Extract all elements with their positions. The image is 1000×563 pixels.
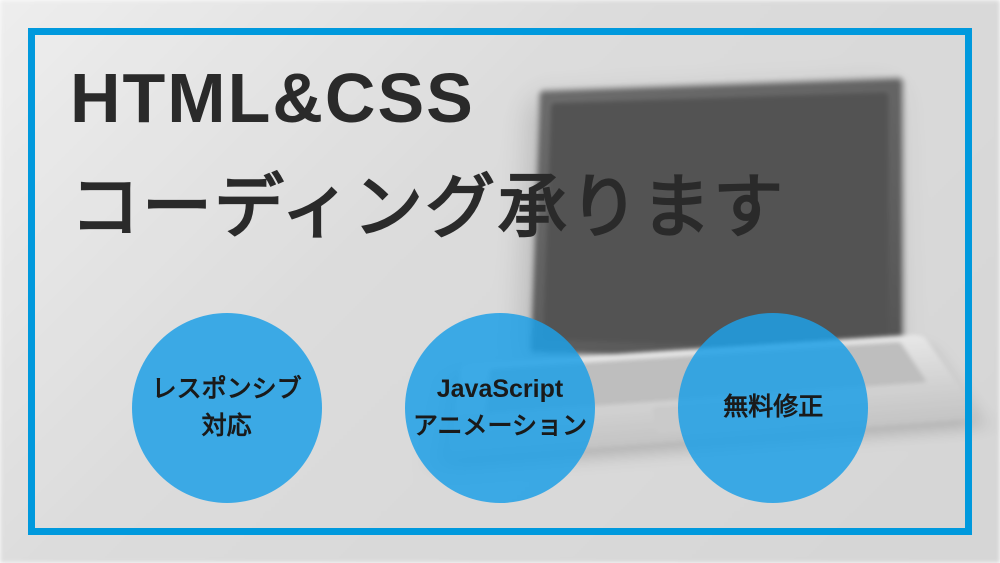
heading-line-2: コーディング承ります [70, 169, 930, 246]
badge-text: JavaScript アニメーション [413, 371, 587, 446]
badge-revision: 無料修正 [678, 313, 868, 503]
badge-javascript: JavaScript アニメーション [405, 313, 595, 503]
badge-text: 無料修正 [723, 389, 823, 427]
content-area: HTML&CSS コーディング承ります レスポンシブ 対応 JavaScript… [0, 0, 1000, 563]
badge-row: レスポンシブ 対応 JavaScript アニメーション 無料修正 [0, 313, 1000, 503]
heading-line-1: HTML&CSS [70, 60, 930, 137]
badge-text: レスポンシブ 対応 [152, 371, 302, 446]
badge-responsive: レスポンシブ 対応 [132, 313, 322, 503]
